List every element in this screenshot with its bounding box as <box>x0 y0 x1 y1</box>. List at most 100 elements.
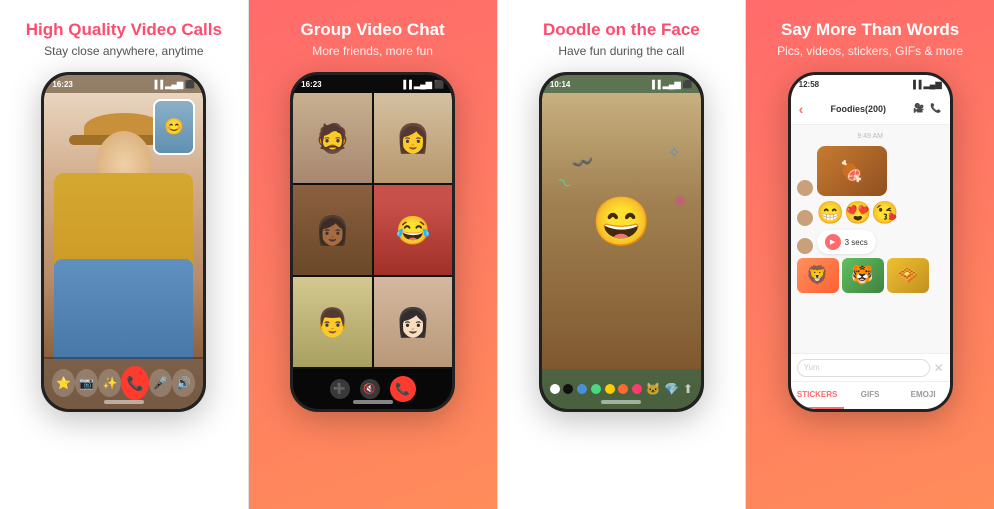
panel-2-title: Group Video Chat <box>301 20 445 40</box>
sticker-3: 🧇 <box>887 258 929 293</box>
group-face-6: 👩🏻 <box>374 277 453 367</box>
group-cell-1: 🧔 <box>293 93 372 183</box>
panel-3-title: Doodle on the Face <box>543 20 700 40</box>
close-input-button[interactable]: ✕ <box>934 361 944 375</box>
group-cell-3: 👩🏾 <box>293 185 372 275</box>
feature-panel-4: Say More Than Words Pics, videos, sticke… <box>746 0 994 509</box>
group-cell-4: 😂 <box>374 185 453 275</box>
effects-button[interactable]: ✨ <box>98 369 121 397</box>
group-face-5: 👨 <box>293 277 372 367</box>
group-face-3: 👩🏾 <box>293 185 372 275</box>
chat-header: ‹ Foodies(200) 🎥 📞 <box>791 93 950 125</box>
voice-message: ▶ 3 secs <box>817 230 876 254</box>
panel-4-title: Say More Than Words <box>781 20 959 40</box>
message-timestamp: 9:49 AM <box>797 133 944 140</box>
status-bar-3: 10:14 ▐▐ ▂▄▆ ⬛ <box>542 75 701 93</box>
color-black[interactable] <box>563 384 573 394</box>
color-blue[interactable] <box>577 384 587 394</box>
group-end-call-button[interactable]: 📞 <box>390 376 416 402</box>
chat-input-row: Yum ✕ <box>791 353 950 381</box>
home-indicator-1 <box>104 400 144 404</box>
status-icons-4: ▐▐ ▂▄▆ <box>910 80 942 89</box>
feature-panel-1: High Quality Video Calls Stay close anyw… <box>0 0 248 509</box>
status-time-4: 12:58 <box>799 80 819 89</box>
phone-mockup-3: 10:14 ▐▐ ▂▄▆ ⬛ 😄 〰️ ✧ 〜 ❋ <box>539 72 704 412</box>
chat-header-icons: 🎥 📞 <box>913 103 941 114</box>
sender-avatar-3 <box>797 238 813 254</box>
chat-input-placeholder: Yum <box>804 363 820 372</box>
group-face-4: 😂 <box>374 185 453 275</box>
feature-panel-2: Group Video Chat More friends, more fun … <box>249 0 497 509</box>
status-time-3: 10:14 <box>550 80 570 89</box>
message-emoji: 😁😍😘 <box>817 200 899 226</box>
sticker-2: 🐯 <box>842 258 884 293</box>
doodle-element-4: ❋ <box>674 193 686 210</box>
chat-group-name: Foodies(200) <box>830 104 886 114</box>
panel-1-title: High Quality Video Calls <box>26 20 222 40</box>
color-green[interactable] <box>591 384 601 394</box>
sender-avatar-2 <box>797 210 813 226</box>
panel-4-subtitle: Pics, videos, stickers, GIFs & more <box>777 44 963 58</box>
phone-screen-4: 12:58 ▐▐ ▂▄▆ ‹ Foodies(200) 🎥 📞 9:49 AM … <box>791 75 950 409</box>
self-view-thumbnail: 😊 <box>153 99 195 155</box>
color-white[interactable] <box>550 384 560 394</box>
home-indicator-3 <box>601 400 641 404</box>
panel-2-subtitle: More friends, more fun <box>312 44 433 58</box>
volume-button[interactable]: 🔊 <box>172 369 195 397</box>
doodle-tool-1[interactable]: 🐱 <box>646 382 661 396</box>
phone-mockup-4: 12:58 ▐▐ ▂▄▆ ‹ Foodies(200) 🎥 📞 9:49 AM … <box>788 72 953 412</box>
voice-duration: 3 secs <box>845 238 868 247</box>
add-participant-button[interactable]: ➕ <box>330 379 350 399</box>
back-button[interactable]: ‹ <box>799 101 804 117</box>
message-image-1: 🍖 <box>817 146 887 196</box>
group-cell-2: 👩 <box>374 93 453 183</box>
panel-1-subtitle: Stay close anywhere, anytime <box>44 44 203 58</box>
chat-messages-area: 9:49 AM 🍖 😁😍😘 ▶ 3 secs <box>791 125 950 353</box>
tab-gifs[interactable]: GIFS <box>844 382 897 409</box>
phone-screen-2: 16:23 ▐▐ ▂▄▆ ⬛ 🧔 👩 👩🏾 😂 👨 <box>293 75 452 409</box>
phone-call-icon[interactable]: 📞 <box>930 103 941 114</box>
doodle-video-feed: 😄 〰️ ✧ 〜 ❋ <box>542 93 701 369</box>
tab-stickers[interactable]: STICKERS <box>791 382 844 409</box>
doodle-element-2: ✧ <box>667 143 680 163</box>
message-row-1: 🍖 <box>797 146 944 196</box>
phone-mockup-2: 16:23 ▐▐ ▂▄▆ ⬛ 🧔 👩 👩🏾 😂 👨 <box>290 72 455 412</box>
camera-button[interactable]: 📷 <box>75 369 98 397</box>
video-call-icon[interactable]: 🎥 <box>913 103 924 114</box>
panel-3-subtitle: Have fun during the call <box>558 44 684 58</box>
chat-tabs-bar: STICKERS GIFS EMOJI <box>791 381 950 409</box>
status-bar-2: 16:23 ▐▐ ▂▄▆ ⬛ <box>293 75 452 93</box>
status-bar-4: 12:58 ▐▐ ▂▄▆ <box>791 75 950 93</box>
message-row-2: 😁😍😘 <box>797 200 944 226</box>
doodle-tool-2[interactable]: 💎 <box>664 382 679 396</box>
status-icons-3: ▐▐ ▂▄▆ ⬛ <box>649 80 693 89</box>
home-indicator-2 <box>353 400 393 404</box>
phone-screen-1: 16:23 ▐▐ ▂▄▆ ⬛ 😊 <box>44 75 203 409</box>
message-row-3: ▶ 3 secs <box>797 230 944 254</box>
group-cell-5: 👨 <box>293 277 372 367</box>
color-red[interactable] <box>632 384 642 394</box>
color-orange[interactable] <box>618 384 628 394</box>
group-face-1: 🧔 <box>293 93 372 183</box>
group-mute-button[interactable]: 🔇 <box>360 379 380 399</box>
star-button[interactable]: ⭐ <box>52 369 75 397</box>
share-button[interactable]: ⬆ <box>683 382 693 396</box>
end-call-button[interactable]: 📞 <box>121 366 149 400</box>
color-yellow[interactable] <box>605 384 615 394</box>
status-icons-2: ▐▐ ▂▄▆ ⬛ <box>400 80 444 89</box>
status-icons-1: ▐▐ ▂▄▆ ⬛ <box>152 80 196 89</box>
phone-mockup-1: 16:23 ▐▐ ▂▄▆ ⬛ 😊 <box>41 72 206 412</box>
tab-emoji[interactable]: EMOJI <box>897 382 950 409</box>
status-bar-1: 16:23 ▐▐ ▂▄▆ ⬛ <box>44 75 203 93</box>
phone-screen-3: 10:14 ▐▐ ▂▄▆ ⬛ 😄 〰️ ✧ 〜 ❋ <box>542 75 701 409</box>
mute-button[interactable]: 🎤 <box>149 369 172 397</box>
voice-play-button[interactable]: ▶ <box>825 234 841 250</box>
group-face-2: 👩 <box>374 93 453 183</box>
status-time-2: 16:23 <box>301 80 321 89</box>
sticker-1: 🦁 <box>797 258 839 293</box>
group-cell-6: 👩🏻 <box>374 277 453 367</box>
sticker-row: 🦁 🐯 🧇 <box>797 258 944 293</box>
chat-input-field[interactable]: Yum <box>797 359 930 377</box>
status-time-1: 16:23 <box>52 80 72 89</box>
group-video-grid: 🧔 👩 👩🏾 😂 👨 👩🏻 <box>293 93 452 367</box>
